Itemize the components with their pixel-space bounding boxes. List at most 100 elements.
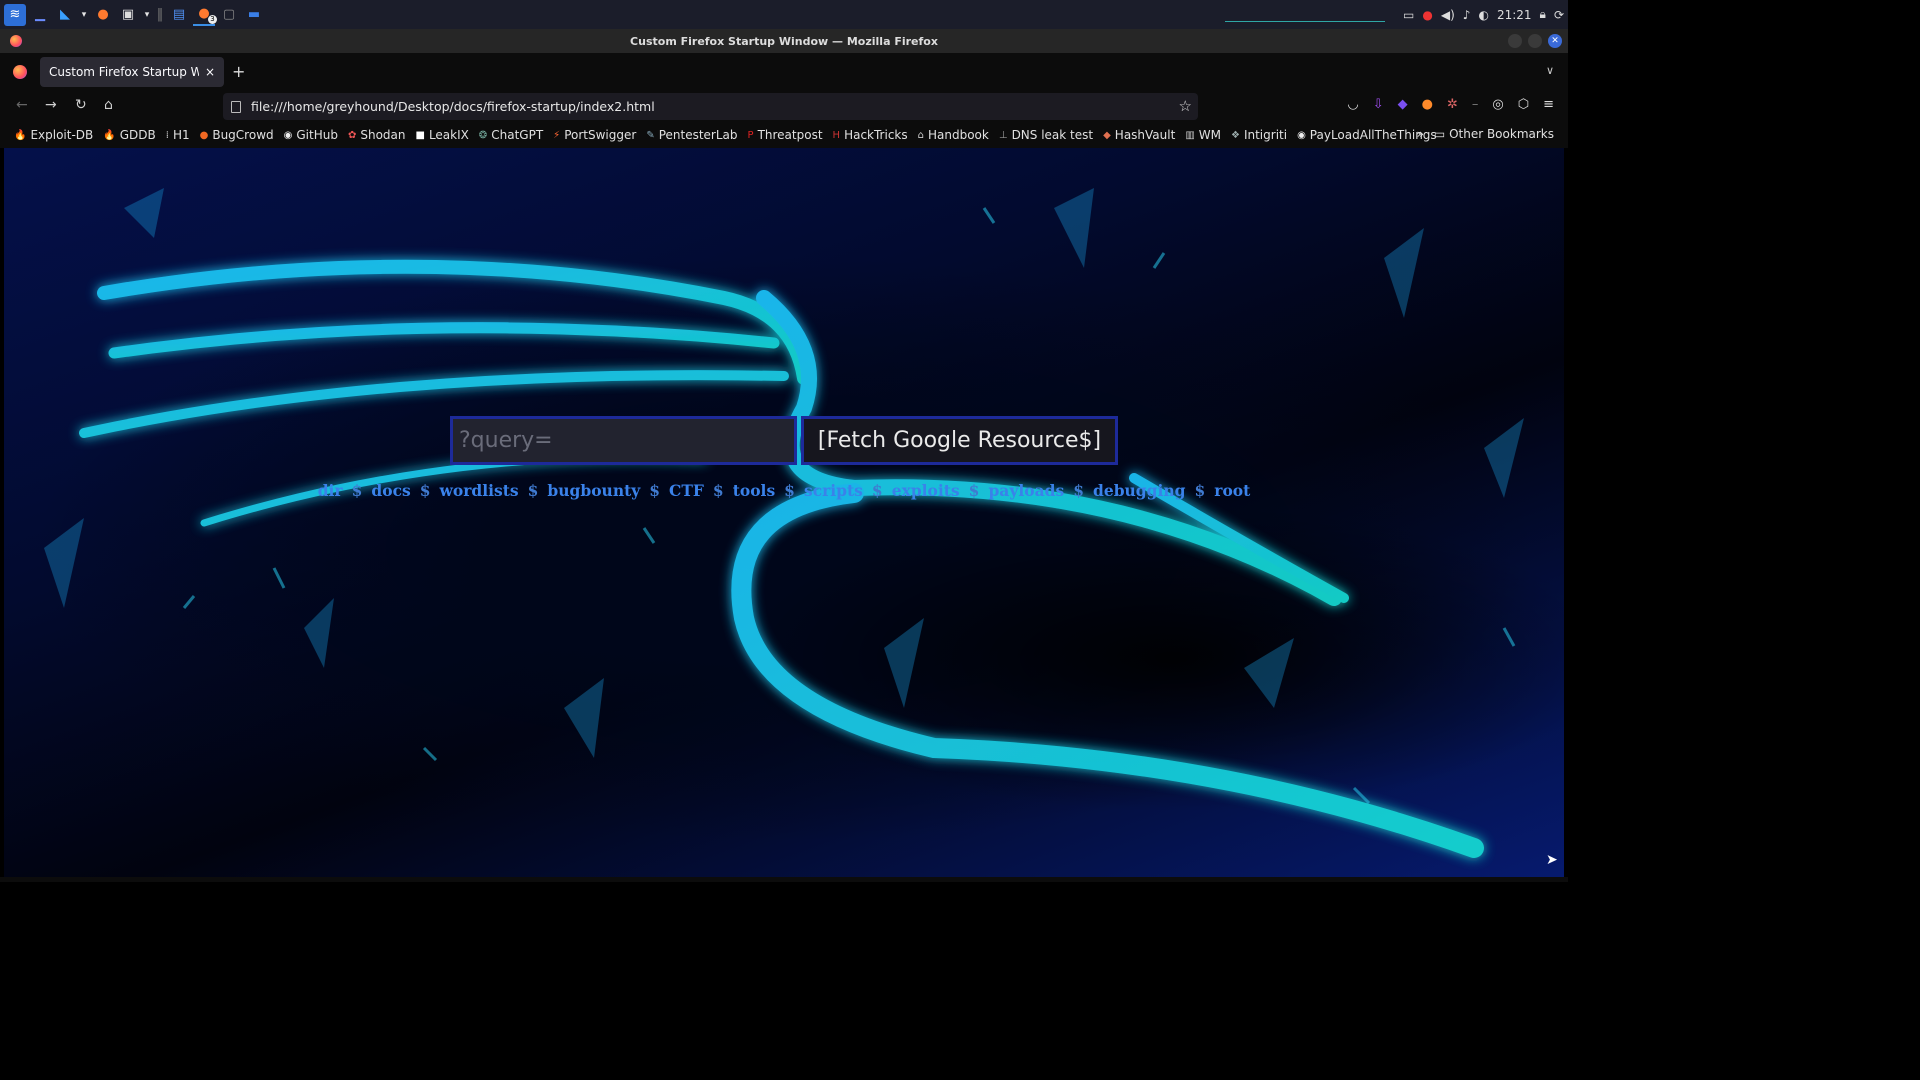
task-terminal-icon[interactable]: ▢ bbox=[218, 4, 240, 26]
lock-icon[interactable]: 🔒︎ bbox=[1540, 7, 1546, 22]
quick-link[interactable]: bugbounty bbox=[547, 481, 640, 500]
bookmark-item[interactable]: ▥ WM bbox=[1185, 128, 1221, 142]
quick-link[interactable]: tools bbox=[733, 481, 775, 500]
search-input[interactable]: ?query= bbox=[450, 416, 797, 465]
system-panel: ≋ ▁ ◣ ▾ ● ▣ ▾ ‖ ▤ ● 3 ▢ ▬ ▭ ● ◀) ♪ ◐ 21:2… bbox=[0, 0, 1568, 29]
extension-dash-icon[interactable]: – bbox=[1472, 97, 1479, 112]
chevron-down-icon[interactable]: ▾ bbox=[142, 4, 152, 26]
tab-active[interactable]: Custom Firefox Startup Window × bbox=[40, 57, 224, 87]
url-text: file:///home/greyhound/Desktop/docs/fire… bbox=[251, 99, 655, 114]
notification-bell-icon[interactable]: ♪ bbox=[1463, 8, 1471, 22]
bookmark-item[interactable]: ◆ HashVault bbox=[1103, 128, 1175, 142]
toolbar-extensions: ◡ ⇩ ◆ ● ✲ – ◎ ⬡ ≡ bbox=[1347, 97, 1554, 112]
fetch-google-button[interactable]: [Fetch Google Resource$] bbox=[801, 416, 1118, 465]
bookmark-item[interactable]: ⁞ H1 bbox=[166, 128, 190, 142]
bookmark-favicon-icon: ❂ bbox=[478, 129, 488, 141]
terminal-launcher-icon[interactable]: ▣ bbox=[117, 4, 139, 26]
microphone-icon[interactable]: ● bbox=[1422, 8, 1432, 22]
tab-close-icon[interactable]: × bbox=[205, 65, 215, 79]
show-desktop-icon[interactable]: ▁ bbox=[29, 4, 51, 26]
quick-link[interactable]: CTF bbox=[669, 481, 704, 500]
url-bar[interactable]: file:///home/greyhound/Desktop/docs/fire… bbox=[223, 93, 1198, 120]
link-separator: $ bbox=[1073, 481, 1084, 500]
chevron-down-icon[interactable]: ▾ bbox=[79, 4, 89, 26]
bookmark-label: PortSwigger bbox=[564, 128, 637, 142]
link-separator: $ bbox=[527, 481, 539, 500]
quick-link[interactable]: scripts bbox=[804, 481, 863, 500]
app-menu-icon[interactable]: ≋ bbox=[4, 3, 26, 26]
bookmark-item[interactable]: 🔥 GDDB bbox=[103, 128, 155, 142]
page-content: ?query= [Fetch Google Resource$] dir $ doc… bbox=[4, 148, 1564, 877]
bookmark-item[interactable]: ✿ Shodan bbox=[348, 128, 406, 142]
bookmark-label: DNS leak test bbox=[1011, 128, 1094, 142]
extension-purple-icon[interactable]: ◆ bbox=[1398, 97, 1408, 112]
downloads-icon[interactable]: ⇩ bbox=[1373, 97, 1384, 112]
bookmark-label: LeakIX bbox=[428, 128, 469, 142]
quick-link[interactable]: docs bbox=[371, 481, 410, 500]
system-tray: ▭ ● ◀) ♪ ◐ 21:21 🔒︎ ⟳ bbox=[1225, 7, 1564, 22]
extension-glasses-icon[interactable]: ◎ bbox=[1492, 97, 1503, 112]
bookmark-item[interactable]: ● BugCrowd bbox=[200, 128, 274, 142]
user-status-icon[interactable]: ◐ bbox=[1478, 8, 1488, 22]
quick-link[interactable]: dir bbox=[318, 481, 343, 500]
bookmark-item[interactable]: ❂ ChatGPT bbox=[479, 128, 543, 142]
home-icon[interactable]: ⌂ bbox=[104, 97, 113, 113]
firefox-launcher-icon[interactable]: ● bbox=[92, 4, 114, 26]
quick-link[interactable]: debugging bbox=[1093, 481, 1185, 500]
bookmark-favicon-icon: ◉ bbox=[1297, 129, 1306, 141]
task-editor-icon[interactable]: ▤ bbox=[168, 4, 190, 26]
quick-link[interactable]: wordlists bbox=[440, 481, 519, 500]
bookmark-item[interactable]: ❖ Intigriti bbox=[1231, 128, 1287, 142]
bookmark-item[interactable]: P Threatpost bbox=[748, 128, 823, 142]
bookmark-star-icon[interactable]: ☆ bbox=[1179, 97, 1192, 115]
extension-cookie-icon[interactable]: ✲ bbox=[1447, 97, 1458, 112]
tab-title: Custom Firefox Startup Window bbox=[49, 65, 199, 79]
other-bookmarks-folder[interactable]: ▭ Other Bookmarks bbox=[1434, 127, 1554, 141]
bookmark-item[interactable]: ⚡ PortSwigger bbox=[553, 128, 636, 142]
clipboard-icon[interactable]: ▭ bbox=[1403, 8, 1414, 22]
extension-fox-icon[interactable]: ● bbox=[1422, 97, 1433, 112]
pocket-icon[interactable]: ◡ bbox=[1347, 97, 1358, 112]
bookmark-item[interactable]: ◉ GitHub bbox=[284, 128, 338, 142]
bookmark-favicon-icon: ⊥ bbox=[998, 129, 1008, 141]
bookmark-item[interactable]: ⊥ DNS leak test bbox=[999, 128, 1093, 142]
maximize-button[interactable] bbox=[1528, 34, 1542, 48]
bookmark-favicon-icon: 🔥 bbox=[14, 129, 27, 141]
bookmark-item[interactable]: ⌂ Handbook bbox=[918, 128, 989, 142]
close-window-button[interactable]: ✕ bbox=[1548, 34, 1562, 48]
reload-icon[interactable]: ↻ bbox=[75, 97, 87, 113]
quick-link[interactable]: exploits bbox=[892, 481, 960, 500]
vscode-icon[interactable]: ◣ bbox=[54, 4, 76, 26]
list-tabs-icon[interactable]: ∨ bbox=[1546, 64, 1554, 77]
bookmark-item[interactable]: ✎ PentesterLab bbox=[646, 128, 737, 142]
forward-icon[interactable]: → bbox=[45, 97, 57, 113]
link-separator: $ bbox=[351, 481, 363, 500]
tab-bar: Custom Firefox Startup Window × + ∨ bbox=[0, 53, 1568, 91]
hamburger-menu-icon[interactable]: ≡ bbox=[1543, 97, 1554, 112]
bookmark-label: Threatpost bbox=[757, 128, 823, 142]
task-folder-icon[interactable]: ▬ bbox=[243, 4, 265, 26]
network-graph bbox=[1225, 8, 1386, 22]
minimize-button[interactable] bbox=[1508, 34, 1522, 48]
new-tab-button[interactable]: + bbox=[232, 62, 245, 81]
bookmark-label: BugCrowd bbox=[212, 128, 274, 142]
bookmark-item[interactable]: 🔥 Exploit-DB bbox=[14, 128, 93, 142]
bookmark-label: ChatGPT bbox=[491, 128, 544, 142]
firefox-view-icon[interactable] bbox=[13, 65, 27, 79]
back-icon[interactable]: ← bbox=[16, 97, 28, 113]
quick-link[interactable]: root bbox=[1214, 481, 1250, 500]
clock[interactable]: 21:21 bbox=[1497, 8, 1532, 22]
bookmark-favicon-icon: ● bbox=[199, 129, 209, 141]
bookmark-favicon-icon: ✿ bbox=[347, 129, 357, 141]
bookmark-favicon-icon: H bbox=[832, 129, 841, 141]
quick-link[interactable]: payloads bbox=[988, 481, 1064, 500]
task-firefox-icon[interactable]: ● 3 bbox=[193, 4, 217, 26]
volume-icon[interactable]: ◀) bbox=[1441, 8, 1455, 22]
bookmark-item[interactable]: ■ LeakIX bbox=[415, 128, 468, 142]
bookmark-item[interactable]: H HackTricks bbox=[833, 128, 908, 142]
extensions-puzzle-icon[interactable]: ⬡ bbox=[1518, 97, 1529, 112]
folder-icon: ▭ bbox=[1433, 127, 1450, 141]
bookmark-label: GitHub bbox=[296, 128, 338, 142]
power-icon[interactable]: ⟳ bbox=[1554, 8, 1564, 22]
bookmarks-overflow-icon[interactable]: » bbox=[1417, 127, 1424, 141]
